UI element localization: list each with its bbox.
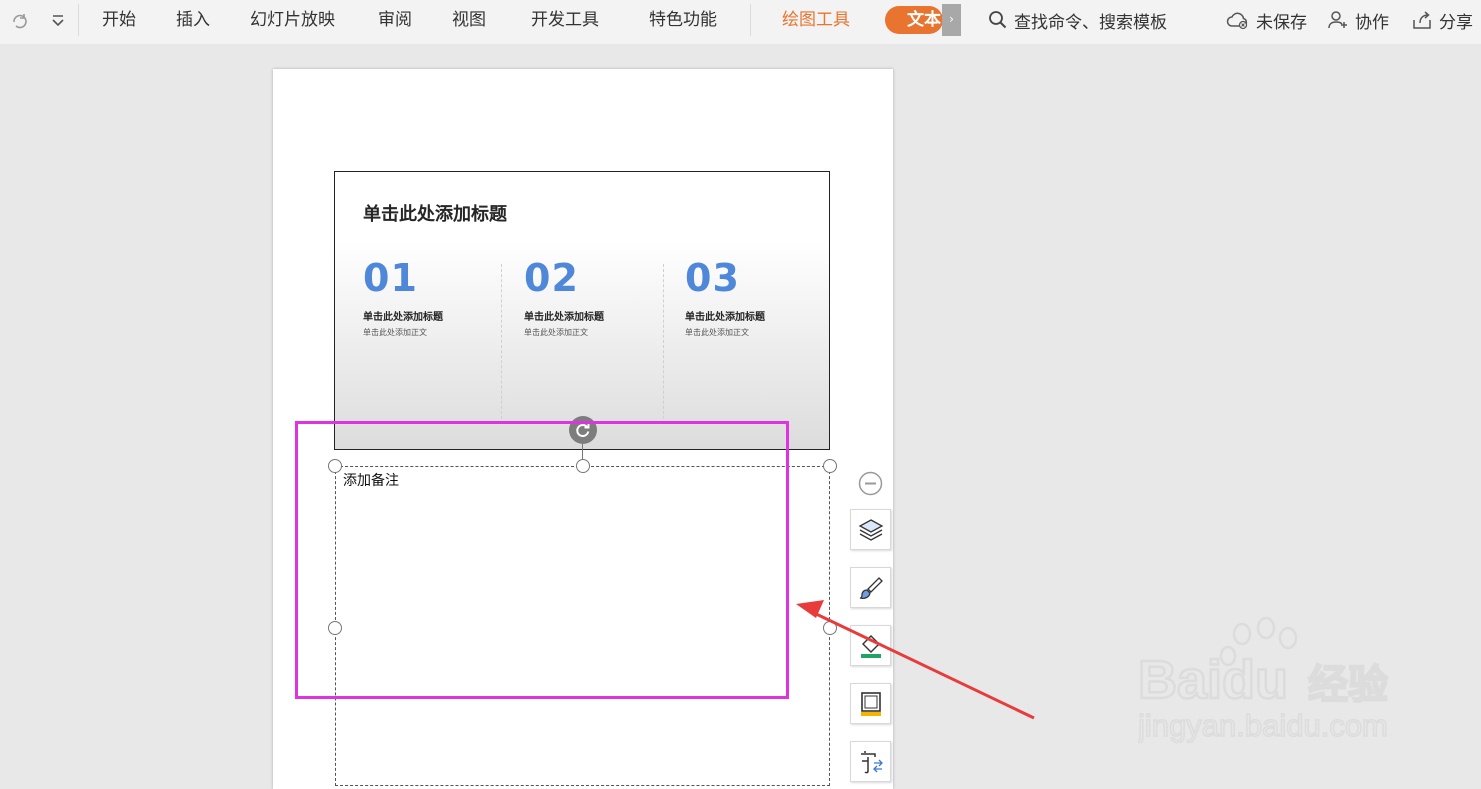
watermark-brand-cn: 经验 <box>1308 662 1388 708</box>
watermark-logo: Baidu 经验 jingyan.baidu.com <box>1138 616 1389 744</box>
watermark-brand: Baidu <box>1138 650 1288 710</box>
watermark-url: jingyan.baidu.com <box>1138 708 1388 743</box>
